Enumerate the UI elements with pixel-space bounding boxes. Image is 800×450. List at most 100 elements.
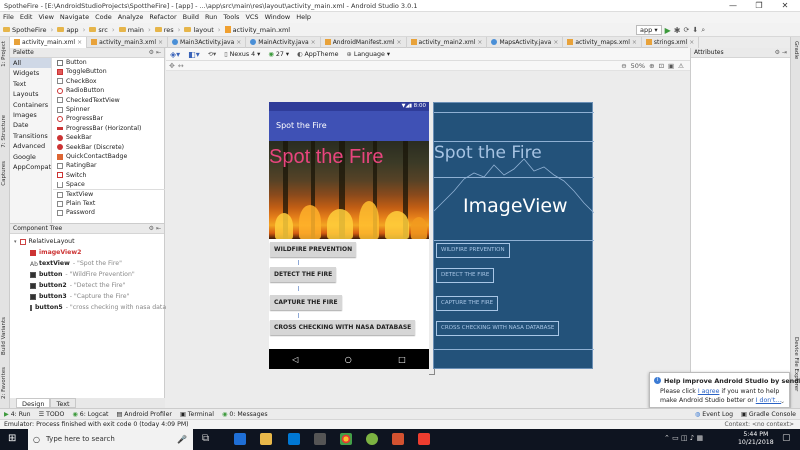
file-explorer-icon[interactable] <box>260 433 272 445</box>
logcat-tool-button[interactable]: ◉ 6: Logcat <box>68 411 112 418</box>
close-icon[interactable]: × <box>396 39 401 46</box>
notifications-icon[interactable]: ▢ <box>782 433 791 443</box>
wildfire-prevention-button[interactable]: WILDFIRE PREVENTION <box>270 242 357 257</box>
breadcrumb-res[interactable]: res <box>152 26 177 34</box>
warnings-icon[interactable]: ⚠ <box>678 62 684 70</box>
blueprint-detect-button[interactable]: DETECT THE FIRE <box>436 268 495 283</box>
blueprint-view[interactable]: Spot the Fire ImageView WILDFIRE PREVENT… <box>433 102 594 369</box>
tab-activity-main[interactable]: activity_main.xml × <box>10 36 88 48</box>
tree-item-button[interactable]: button - "WildFire Prevention" <box>10 269 164 280</box>
breadcrumb-main[interactable]: main <box>116 26 147 34</box>
widget-seekbar-discrete[interactable]: SeekBar (Discrete) <box>53 143 165 152</box>
close-icon[interactable]: × <box>311 39 316 46</box>
gradle-tool-tab[interactable]: Gradle <box>793 41 799 59</box>
close-icon[interactable]: × <box>77 39 82 46</box>
structure-tool-tab[interactable]: 7: Structure <box>1 115 7 148</box>
gradle-console-button[interactable]: ▣ Gradle Console <box>737 411 800 418</box>
chrome-icon[interactable] <box>340 433 352 445</box>
menu-view[interactable]: View <box>35 12 56 23</box>
widget-checkedtextview[interactable]: CheckedTextView <box>53 96 165 105</box>
zoom-in-icon[interactable]: ⊕ <box>649 62 654 70</box>
blueprint-capture-button[interactable]: CAPTURE THE FIRE <box>436 296 499 311</box>
menu-code[interactable]: Code <box>92 12 115 23</box>
tab-text[interactable]: Text <box>50 398 76 408</box>
menu-tools[interactable]: Tools <box>220 12 242 23</box>
zoom-fit-icon[interactable]: ⊡ <box>659 62 664 70</box>
layers-icon[interactable]: ◈▾ <box>166 50 184 59</box>
widget-plaintext[interactable]: Plain Text <box>53 199 165 208</box>
tab-activity-maps[interactable]: activity_maps.xml × <box>563 36 642 48</box>
tree-item-imageview2[interactable]: imageView2 <box>10 247 164 258</box>
menu-run[interactable]: Run <box>202 12 220 23</box>
widget-progressbar-horizontal[interactable]: ProgressBar (Horizontal) <box>53 124 165 133</box>
blueprint-crosscheck-button[interactable]: CROSS CHECKING WITH NASA DATABASE <box>436 321 560 336</box>
todo-tool-button[interactable]: ☰ TODO <box>35 411 69 418</box>
settings-icon[interactable]: ⚙ ⇤ <box>149 224 164 233</box>
tree-item-button5[interactable]: button5- "cross checking with nasa datab… <box>10 302 184 313</box>
category-images[interactable]: Images <box>10 110 51 120</box>
debug-icon[interactable]: ✱ <box>674 26 681 35</box>
category-advanced[interactable]: Advanced <box>10 141 51 151</box>
category-date[interactable]: Date <box>10 120 51 130</box>
menu-window[interactable]: Window <box>262 12 294 23</box>
close-icon[interactable]: × <box>477 39 482 46</box>
menu-analyze[interactable]: Analyze <box>115 12 147 23</box>
category-appcompat[interactable]: AppCompat <box>10 162 51 172</box>
widget-seekbar[interactable]: SeekBar <box>53 133 165 142</box>
run-config-select[interactable]: app ▾ <box>636 25 662 35</box>
maximize-button[interactable]: ❐ <box>746 0 772 12</box>
close-button[interactable]: ✕ <box>772 0 798 12</box>
resize-icon[interactable]: ↔ <box>175 62 184 70</box>
blueprint-wildfire-button[interactable]: WILDFIRE PREVENTION <box>436 243 510 258</box>
store-icon[interactable] <box>288 433 300 445</box>
resize-handle-icon[interactable] <box>429 369 435 375</box>
category-widgets[interactable]: Widgets <box>10 68 51 78</box>
widget-space[interactable]: Space <box>53 180 165 189</box>
tab-design[interactable]: Design <box>16 398 51 408</box>
menu-navigate[interactable]: Navigate <box>57 12 92 23</box>
capture-fire-button[interactable]: CAPTURE THE FIRE <box>270 295 342 310</box>
powerpoint-icon[interactable] <box>392 433 404 445</box>
category-google[interactable]: Google <box>10 152 51 162</box>
project-tool-tab[interactable]: 1: Project <box>1 41 7 67</box>
blueprint-icon[interactable]: ◧▾ <box>184 50 204 59</box>
settings-icon[interactable]: ⚙ ⇤ <box>149 48 164 57</box>
menu-vcs[interactable]: VCS <box>242 12 261 23</box>
widget-password[interactable]: Password <box>53 208 165 217</box>
build-variants-tool-tab[interactable]: Build Variants <box>1 317 7 355</box>
category-layouts[interactable]: Layouts <box>10 89 51 99</box>
widget-textview[interactable]: TextView <box>53 189 165 198</box>
messages-tool-button[interactable]: ◉ 0: Messages <box>218 411 272 418</box>
settings-icon[interactable]: ⚙ ⇥ <box>775 48 790 57</box>
recents-icon[interactable]: □ <box>398 355 406 364</box>
taskbar-clock[interactable]: 5:44 PM 10/21/2018 <box>738 431 774 447</box>
back-icon[interactable]: ◁ <box>292 355 298 364</box>
orientation-icon[interactable]: ⟲▾ <box>204 51 220 58</box>
run-icon[interactable]: ▶ <box>665 26 671 35</box>
close-icon[interactable]: × <box>632 39 637 46</box>
theme-select[interactable]: ◐ AppTheme <box>293 51 343 58</box>
menu-refactor[interactable]: Refactor <box>146 12 179 23</box>
widget-button[interactable]: Button <box>53 58 165 67</box>
close-icon[interactable]: × <box>158 39 163 46</box>
tab-mapsactivity[interactable]: MapsActivity.java × <box>487 36 564 48</box>
tree-item-button2[interactable]: button2- "Detect the Fire" <box>10 280 164 291</box>
decline-link[interactable]: I don't... <box>756 397 781 404</box>
search-everywhere-icon[interactable]: ⌕ <box>701 26 705 35</box>
tab-manifest[interactable]: AndroidManifest.xml × <box>321 36 407 48</box>
task-view-icon[interactable]: ⧉ <box>202 433 209 444</box>
widget-spinner[interactable]: Spinner <box>53 105 165 114</box>
chevron-down-icon[interactable]: ⌄ <box>780 398 785 405</box>
menu-file[interactable]: File <box>0 12 17 23</box>
favorites-tool-tab[interactable]: 2: Favorites <box>1 367 7 399</box>
widget-checkbox[interactable]: CheckBox <box>53 77 165 86</box>
tree-item-button3[interactable]: button3- "Capture the Fire" <box>10 291 164 302</box>
tab-strings[interactable]: strings.xml × <box>642 36 700 48</box>
tree-item-textview[interactable]: Ab textView - "Spot the Fire" <box>10 258 164 269</box>
pdf-icon[interactable] <box>418 433 430 445</box>
menu-build[interactable]: Build <box>180 12 202 23</box>
breadcrumb-project[interactable]: SpotheFire <box>0 26 50 34</box>
category-containers[interactable]: Containers <box>10 100 51 110</box>
widget-togglebutton[interactable]: ToggleButton <box>53 67 165 76</box>
media-icon[interactable] <box>314 433 326 445</box>
